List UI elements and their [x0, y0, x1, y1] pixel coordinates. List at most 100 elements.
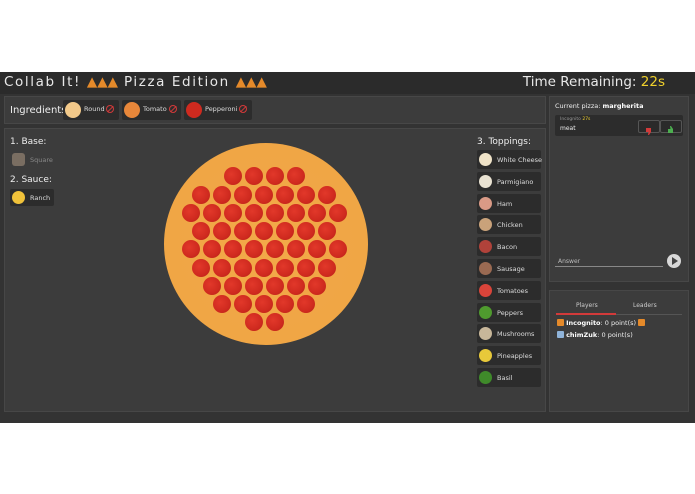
topping-sausage[interactable]: Sausage [477, 259, 541, 278]
base-heading: 1. Base: [10, 137, 47, 147]
pepperoni-slice [276, 295, 294, 314]
pepperoni-slice [255, 295, 273, 314]
remove-icon[interactable] [169, 105, 177, 113]
pepperoni-slice [286, 203, 305, 222]
ranch-sauce-icon [12, 191, 25, 204]
topping-label: Chicken [497, 221, 523, 230]
topping-label: White Cheese [497, 156, 543, 164]
topping-chicken[interactable]: Chicken [477, 215, 541, 235]
current-pizza-label: Current pizza: [555, 102, 601, 110]
pepperoni-slice [244, 276, 263, 295]
topping-tomatoes[interactable]: Tomatoes [477, 280, 541, 300]
pepperoni-slice [265, 240, 284, 259]
pizza-builder: 1. Base: Square 2. Sauce: Ranch 3. Toppi… [4, 128, 546, 412]
remove-icon[interactable] [239, 105, 247, 113]
topping-label: Peppers [497, 308, 523, 317]
parmigiano-icon [479, 174, 492, 188]
remove-icon[interactable] [106, 105, 114, 113]
tab-players[interactable]: Players [576, 302, 598, 309]
send-button[interactable] [667, 254, 681, 268]
tab-leaders[interactable]: Leaders [633, 302, 657, 309]
pepperoni-slice [318, 258, 336, 277]
pepperoni-slice [286, 167, 305, 186]
like-button[interactable] [660, 120, 682, 133]
pepperoni-slice [202, 203, 221, 222]
ingredients-label: Ingredients: [10, 105, 70, 116]
chat-message: Incognito 27s meat [555, 115, 683, 136]
pepperoni-slice [192, 258, 210, 277]
topping-pineapples[interactable]: Pineapples [477, 346, 541, 366]
topping-parmigiano[interactable]: Parmigiano [477, 171, 541, 191]
pepperoni-slice [192, 222, 210, 241]
answer-input[interactable] [555, 256, 663, 267]
pepperoni-icon [186, 102, 202, 118]
pepperoni-slice [318, 222, 336, 241]
topping-mushrooms[interactable]: Mushrooms [477, 324, 541, 344]
topping-bacon[interactable]: Bacon [477, 237, 541, 257]
pizza-preview [164, 143, 368, 345]
current-pizza: Current pizza: margherita [555, 102, 643, 110]
pepperoni-slice [192, 185, 210, 204]
ingredient-label: Tomato [143, 105, 167, 113]
white-cheese-icon [479, 153, 492, 166]
time-remaining: Time Remaining: 22s [523, 74, 665, 90]
thumbs-down-icon [646, 128, 651, 135]
pepperoni-slice [223, 276, 242, 295]
subtitle-text: Pizza Edition [123, 74, 230, 90]
pepperoni-slice [276, 222, 294, 241]
topping-white-cheese[interactable]: White Cheese [477, 150, 543, 169]
ingredients-bar: Ingredients: Round Tomato Pepperoni [4, 96, 546, 124]
active-tab-indicator [556, 313, 616, 315]
sauce-option-ranch[interactable]: Ranch [10, 189, 54, 206]
app-title: Collab It! ▲▲▲ Pizza Edition ▲▲▲ [4, 74, 267, 90]
pepperoni-slice [265, 203, 284, 222]
ingredient-chip-tomato[interactable]: Tomato [122, 100, 181, 120]
pepperoni-slice [307, 203, 326, 222]
player-row: chimZuk: 0 point(s) [557, 331, 633, 339]
pepperoni-slice [244, 167, 263, 186]
tomato-sauce-icon [124, 102, 140, 118]
player-badge-icon [638, 319, 646, 326]
pepperoni-slice [223, 167, 242, 186]
pepperoni-slice [255, 222, 273, 241]
topping-label: Pineapples [497, 352, 533, 361]
pepperoni-slice [181, 203, 200, 222]
pepperoni-slice [223, 240, 242, 259]
basil-icon [479, 371, 492, 384]
sauce-option-label: Ranch [30, 194, 51, 202]
pepperoni-slice [307, 276, 326, 295]
pepperoni-slice [213, 258, 231, 277]
message-meta: Incognito 27s [560, 117, 590, 122]
dislike-button[interactable] [638, 120, 660, 135]
pepperoni-slice [297, 258, 315, 277]
pepperoni-slice [255, 185, 273, 204]
game-app: Collab It! ▲▲▲ Pizza Edition ▲▲▲ Time Re… [0, 72, 695, 423]
ingredient-chip-round[interactable]: Round [63, 100, 119, 120]
topping-label: Parmigiano [497, 177, 534, 186]
message-author: Incognito [560, 117, 581, 122]
pepperoni-slice [286, 276, 305, 295]
message-text: meat [560, 125, 576, 132]
base-option-square[interactable]: Square [10, 151, 56, 168]
pepperoni-slice [286, 240, 305, 259]
pepperoni-slice [202, 276, 221, 295]
topping-label: Ham [497, 199, 513, 208]
ingredient-label: Round [84, 105, 105, 113]
sausage-icon [479, 262, 492, 275]
ingredient-chip-pepperoni[interactable]: Pepperoni [184, 100, 252, 120]
player-row: Incognito: 0 point(s) [557, 319, 646, 327]
pepperoni-slice [265, 276, 284, 295]
pepperoni-slice [234, 185, 252, 204]
pepperoni-slice [297, 185, 315, 204]
timer-label: Time Remaining: [522, 74, 637, 90]
round-dough-icon [65, 102, 81, 118]
chicken-icon [479, 218, 492, 232]
topping-ham[interactable]: Ham [477, 193, 541, 213]
topping-peppers[interactable]: Peppers [477, 302, 541, 322]
topping-basil[interactable]: Basil [477, 368, 541, 387]
pepperoni-slice [276, 258, 294, 277]
pepperoni-slice [297, 222, 315, 241]
ingredient-label: Pepperoni [205, 105, 238, 113]
player-badge-icon [557, 319, 564, 326]
pepperoni-slice [244, 203, 263, 222]
